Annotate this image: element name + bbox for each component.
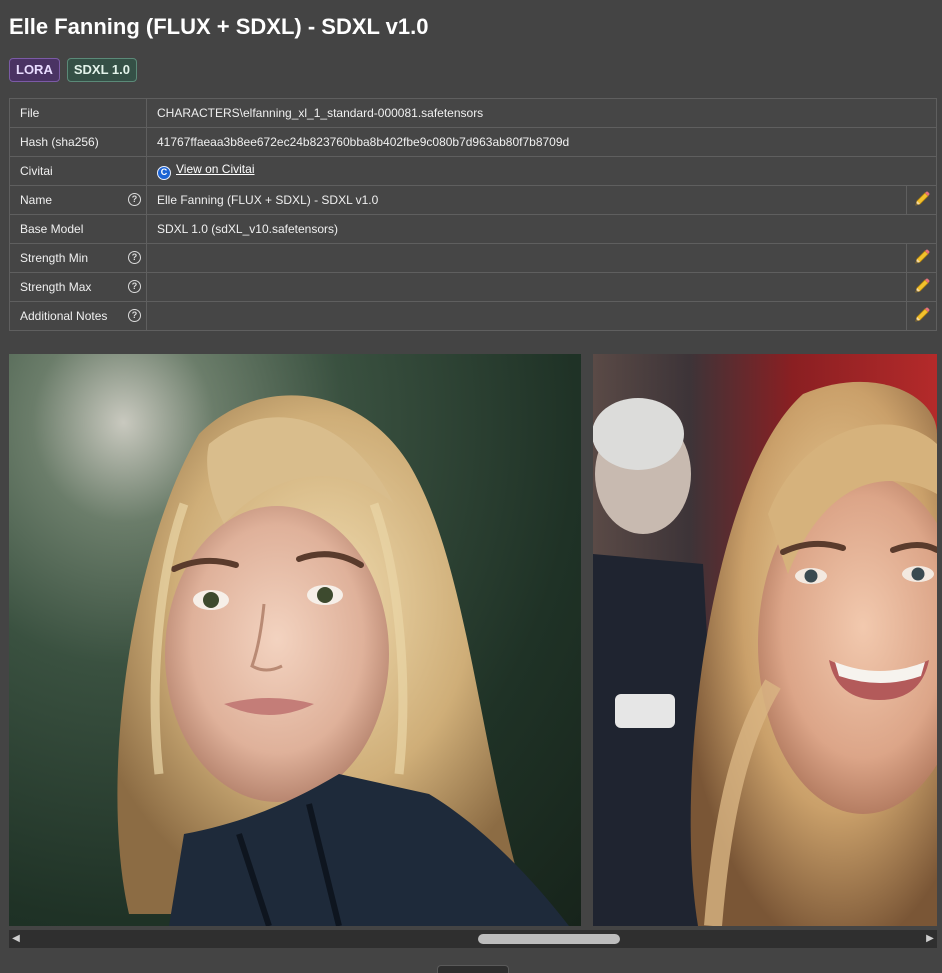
file-value: CHARACTERS\elfanning_xl_1_standard-00008… bbox=[146, 98, 937, 128]
hash-label: Hash (sha256) bbox=[9, 127, 147, 157]
base-model-value: SDXL 1.0 (sdXL_v10.safetensors) bbox=[146, 214, 937, 244]
notes-label: Additional Notes bbox=[20, 309, 108, 323]
civitai-cell: C View on Civitai bbox=[146, 156, 937, 186]
example-image-2[interactable] bbox=[593, 354, 937, 926]
strength-min-label-cell: Strength Min ? bbox=[9, 243, 147, 273]
base-model-label: Base Model bbox=[9, 214, 147, 244]
file-label: File bbox=[9, 98, 147, 128]
pencil-icon bbox=[914, 249, 929, 264]
portrait-illustration-1 bbox=[117, 395, 569, 926]
strength-max-help-icon[interactable]: ? bbox=[128, 280, 141, 293]
pencil-icon bbox=[914, 278, 929, 293]
strength-max-row: Strength Max ? bbox=[9, 272, 937, 302]
strength-min-value bbox=[146, 243, 907, 273]
scrollbar-thumb[interactable] bbox=[477, 934, 620, 944]
notes-label-cell: Additional Notes ? bbox=[9, 301, 147, 331]
civitai-logo-icon: C bbox=[157, 166, 171, 180]
strength-max-label: Strength Max bbox=[20, 280, 92, 294]
pencil-icon bbox=[914, 191, 929, 206]
name-edit-button[interactable] bbox=[906, 185, 937, 215]
pencil-icon bbox=[914, 307, 929, 322]
strength-min-label: Strength Min bbox=[20, 251, 89, 265]
civitai-label: Civitai bbox=[9, 156, 147, 186]
portrait-illustration-2 bbox=[593, 381, 937, 926]
civitai-row: Civitai C View on Civitai bbox=[9, 156, 937, 186]
bottom-panel-tab[interactable] bbox=[437, 965, 509, 973]
strength-max-value bbox=[146, 272, 907, 302]
model-info-table: File CHARACTERS\elfanning_xl_1_standard-… bbox=[9, 98, 937, 331]
name-label-cell: Name ? bbox=[9, 185, 147, 215]
name-help-icon[interactable]: ? bbox=[128, 193, 141, 206]
notes-value bbox=[146, 301, 907, 331]
strength-max-label-cell: Strength Max ? bbox=[9, 272, 147, 302]
strength-min-edit-button[interactable] bbox=[906, 243, 937, 273]
name-value: Elle Fanning (FLUX + SDXL) - SDXL v1.0 bbox=[146, 185, 907, 215]
hash-value: 41767ffaeaa3b8ee672ec24b823760bba8b402fb… bbox=[146, 127, 937, 157]
view-on-civitai-link[interactable]: View on Civitai bbox=[176, 162, 254, 176]
file-row: File CHARACTERS\elfanning_xl_1_standard-… bbox=[9, 98, 937, 128]
notes-row: Additional Notes ? bbox=[9, 301, 937, 331]
page-title: Elle Fanning (FLUX + SDXL) - SDXL v1.0 bbox=[9, 14, 429, 39]
scroll-left-icon[interactable]: ◀ bbox=[9, 930, 23, 948]
hash-row: Hash (sha256) 41767ffaeaa3b8ee672ec24b82… bbox=[9, 127, 937, 157]
base-model-row: Base Model SDXL 1.0 (sdXL_v10.safetensor… bbox=[9, 214, 937, 244]
notes-edit-button[interactable] bbox=[906, 301, 937, 331]
gallery-scrollbar[interactable]: ◀ ▶ bbox=[9, 930, 937, 948]
strength-min-help-icon[interactable]: ? bbox=[128, 251, 141, 264]
scroll-right-icon[interactable]: ▶ bbox=[923, 930, 937, 948]
strength-min-row: Strength Min ? bbox=[9, 243, 937, 273]
notes-help-icon[interactable]: ? bbox=[128, 309, 141, 322]
lora-tag: LORA bbox=[9, 58, 60, 82]
example-image-1[interactable] bbox=[9, 354, 581, 926]
tag-list: LORA SDXL 1.0 bbox=[9, 58, 137, 82]
name-row: Name ? Elle Fanning (FLUX + SDXL) - SDXL… bbox=[9, 185, 937, 215]
strength-max-edit-button[interactable] bbox=[906, 272, 937, 302]
name-label: Name bbox=[20, 193, 53, 207]
base-model-tag: SDXL 1.0 bbox=[66, 58, 137, 82]
image-gallery[interactable] bbox=[9, 354, 937, 926]
